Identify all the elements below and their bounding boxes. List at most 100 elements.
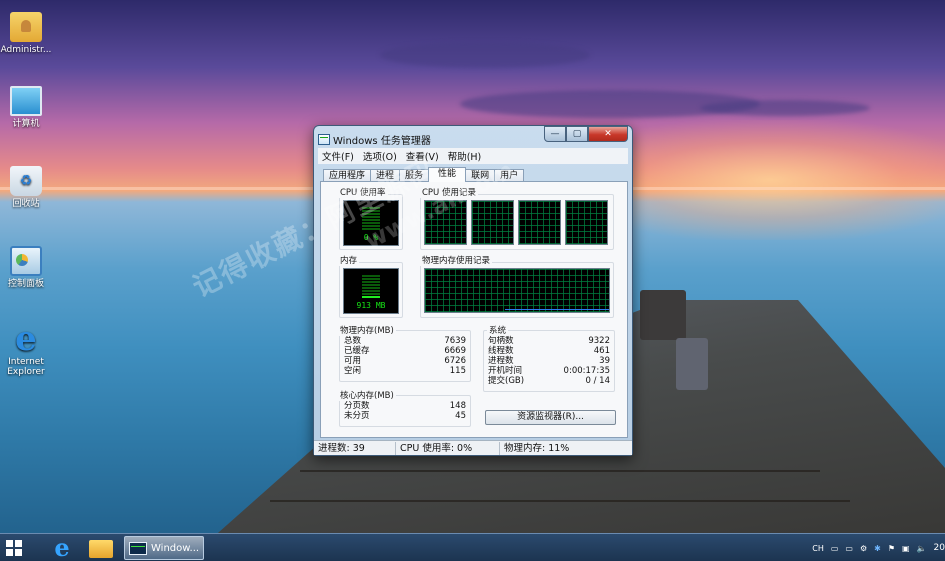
taskbar-task-label: Window... (151, 542, 200, 554)
menu-help[interactable]: 帮助(H) (444, 149, 487, 163)
clock[interactable]: 20 (934, 543, 945, 553)
stat-value: 9322 (588, 336, 610, 346)
bluetooth-icon[interactable]: ✱ (874, 544, 881, 553)
stat-row: 线程数 461 (484, 346, 614, 356)
network-icon[interactable]: ▣ (902, 544, 910, 553)
cloud (380, 42, 590, 68)
stat-key: 空闲 (344, 366, 362, 376)
taskbar-internet-explorer-icon[interactable]: e (50, 534, 74, 561)
menu-file[interactable]: 文件(F) (318, 149, 359, 163)
taskbar-task-manager-button[interactable]: Window... (124, 536, 204, 560)
minimize-button[interactable]: — (544, 126, 566, 142)
status-bar: 进程数: 39 CPU 使用率: 0% 物理内存: 11% (314, 440, 632, 455)
user-folder-icon (10, 12, 42, 42)
menu-bar: 文件(F) 选项(O) 查看(V) 帮助(H) (318, 148, 628, 164)
status-process-count: 进程数: 39 (314, 441, 396, 455)
windows-logo-icon (15, 540, 22, 547)
stat-value: 6726 (444, 356, 466, 366)
desktop-icon-computer[interactable]: 计算机 (0, 86, 52, 129)
desktop-icon-label: 计算机 (12, 119, 40, 129)
stat-key: 分页数 (344, 401, 370, 411)
stat-row: 提交(GB) 0 / 14 (484, 376, 614, 386)
resource-monitor-button[interactable]: 资源监视器(R)... (485, 410, 616, 425)
memory-history-line (505, 309, 609, 310)
pier-plank (300, 470, 820, 472)
pier-post (640, 290, 686, 340)
input-method-icon[interactable]: ▭ (845, 544, 853, 553)
desktop-icon-administrator[interactable]: Administr... (0, 12, 52, 55)
memory-value: 913 MB (356, 301, 386, 310)
stat-row: 已缓存 6669 (340, 346, 470, 356)
volume-icon[interactable]: 🔈 (917, 544, 927, 553)
windows-logo-icon (6, 540, 13, 547)
task-manager-taskbar-icon (129, 541, 147, 555)
stat-key: 开机时间 (488, 366, 523, 376)
desktop-icon-control-panel[interactable]: 控制面板 (0, 246, 52, 289)
task-manager-app-icon (318, 133, 330, 145)
stat-key: 总数 (344, 336, 362, 346)
system-tray: CH ▭ ▭ ⚙ ✱ ⚑ ▣ 🔈 20 (805, 534, 945, 561)
physical-memory-title: 物理内存(MB) (338, 324, 396, 336)
stat-value: 0:00:17:35 (563, 366, 610, 376)
recycle-bin-icon: ♻ (10, 166, 42, 196)
windows-logo-icon (15, 549, 22, 556)
memory-history-label: 物理内存使用记录 (420, 254, 493, 266)
settings-icon[interactable]: ⚙ (860, 544, 867, 553)
start-button[interactable] (6, 540, 22, 556)
desktop-icon-label: 回收站 (12, 199, 40, 209)
stat-row: 可用 6726 (340, 356, 470, 366)
caption-buttons: — ▢ ✕ (544, 126, 628, 142)
desktop-icon-label: 控制面板 (7, 279, 44, 289)
memory-label: 内存 (338, 254, 360, 266)
stat-row: 句柄数 9322 (484, 336, 614, 346)
stat-key: 可用 (344, 356, 362, 366)
memory-meter-fill (362, 296, 380, 299)
stat-row: 未分页 45 (340, 411, 470, 421)
system-title: 系统 (487, 324, 509, 336)
memory-meter: 913 MB (343, 268, 399, 314)
stat-row: 分页数 148 (340, 401, 470, 411)
action-center-flag-icon[interactable]: ⚑ (888, 544, 895, 553)
stat-value: 115 (449, 366, 466, 376)
title-bar[interactable]: Windows 任务管理器 (318, 130, 431, 148)
stat-key: 进程数 (488, 356, 514, 366)
status-cpu-usage: CPU 使用率: 0% (396, 441, 500, 455)
cpu-history-graph-core-4 (565, 200, 608, 245)
stat-key: 已缓存 (344, 346, 370, 356)
cloud (700, 100, 870, 116)
stat-row: 开机时间 0:00:17:35 (484, 366, 614, 376)
stat-key: 线程数 (488, 346, 514, 356)
stat-row: 总数 7639 (340, 336, 470, 346)
stat-value: 148 (449, 401, 466, 411)
window-title: Windows 任务管理器 (333, 135, 431, 147)
status-physical-memory: 物理内存: 11% (504, 442, 570, 454)
stat-value: 7639 (444, 336, 466, 346)
close-button[interactable]: ✕ (588, 126, 628, 142)
taskbar: e Window... CH ▭ ▭ ⚙ ✱ ⚑ ▣ 🔈 20 (0, 533, 945, 561)
menu-options[interactable]: 选项(O) (359, 149, 402, 163)
stat-row: 进程数 39 (484, 356, 614, 366)
stat-value: 0 / 14 (585, 376, 611, 386)
desktop-icon-recycle-bin[interactable]: ♻ 回收站 (0, 166, 52, 209)
stat-key: 提交(GB) (488, 376, 525, 386)
stat-value: 39 (599, 356, 610, 366)
tab-performance[interactable]: 性能 (428, 167, 467, 182)
control-panel-icon (10, 246, 42, 276)
pier-plank (270, 500, 850, 502)
cpu-history-graph-core-3 (518, 200, 561, 245)
keyboard-icon[interactable]: ▭ (831, 544, 839, 553)
pier-post (676, 338, 708, 390)
stat-row: 空闲 115 (340, 366, 470, 376)
stat-value: 6669 (444, 346, 466, 356)
language-indicator[interactable]: CH (812, 544, 824, 553)
desktop-icon-internet-explorer[interactable]: e Internet Explorer (0, 319, 52, 377)
memory-history-graph (424, 268, 610, 313)
kernel-memory-title: 核心内存(MB) (338, 389, 396, 401)
desktop-icon-label: Administr... (0, 45, 52, 55)
internet-explorer-icon: e (15, 319, 37, 359)
maximize-button[interactable]: ▢ (566, 126, 588, 142)
stat-key: 未分页 (344, 411, 370, 421)
taskbar-file-explorer-icon[interactable] (89, 540, 113, 558)
desktop-icon-label: Internet Explorer (7, 357, 45, 377)
windows-logo-icon (6, 549, 13, 556)
